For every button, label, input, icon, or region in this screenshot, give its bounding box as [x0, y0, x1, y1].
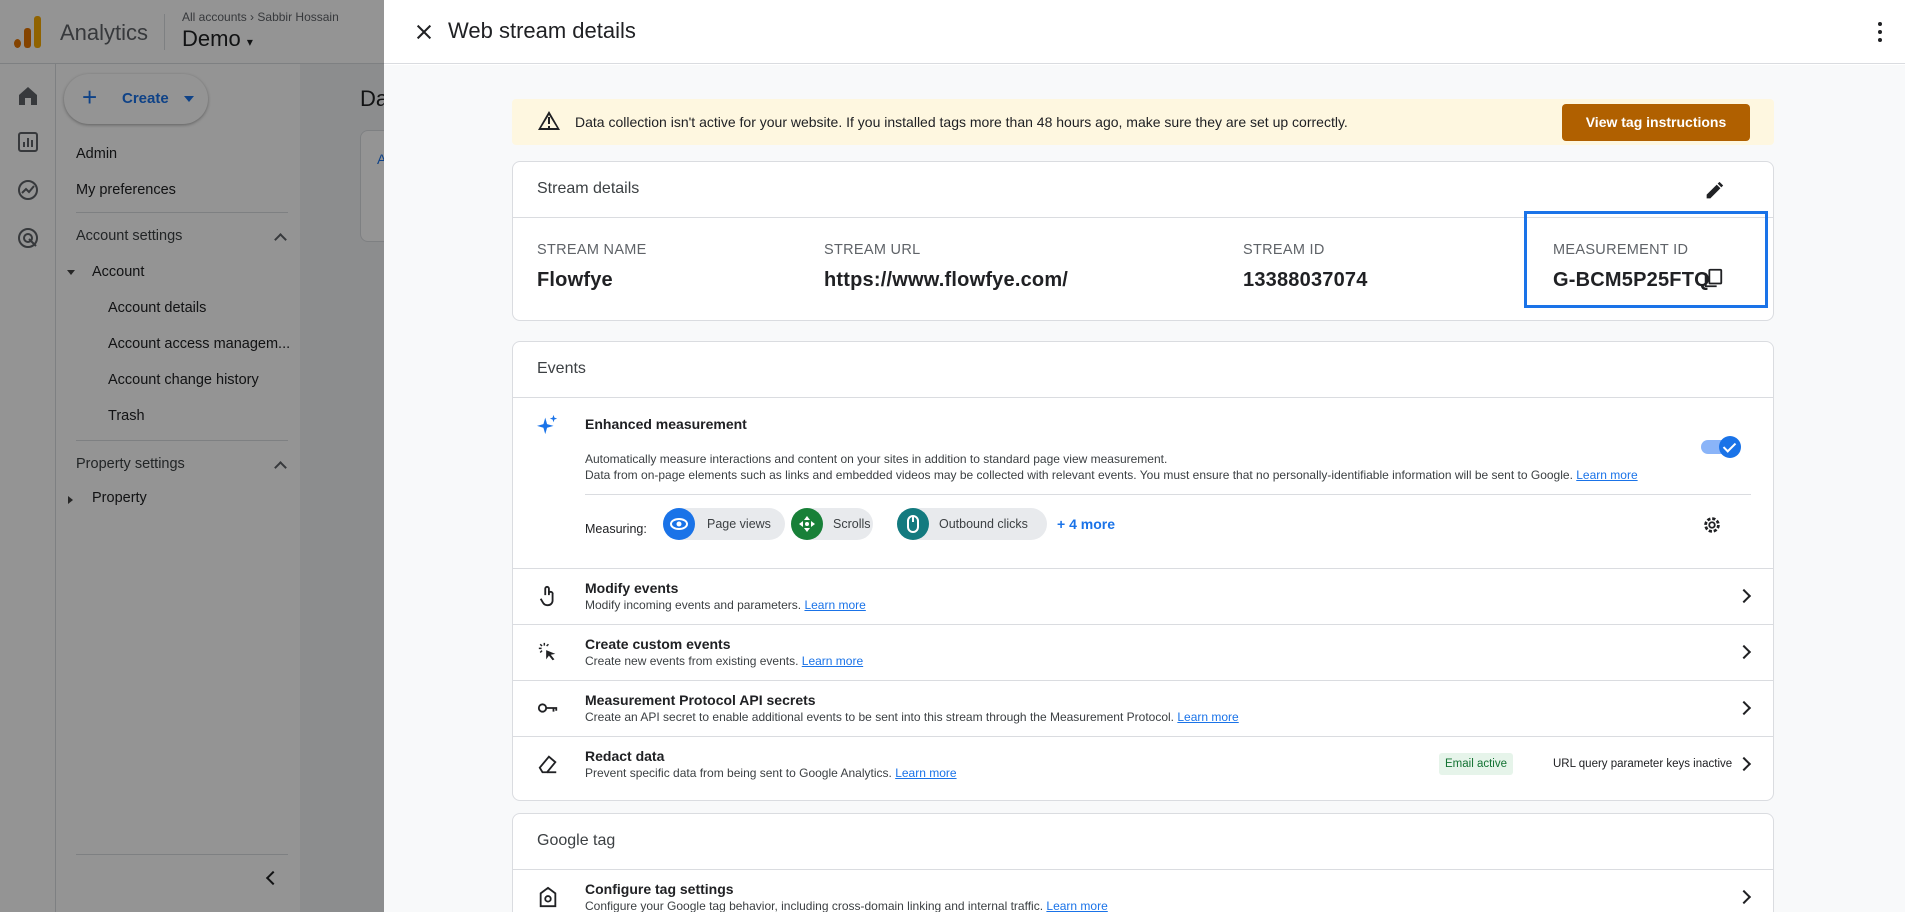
desc-text: Create an API secret to enable additiona… [585, 710, 1175, 724]
touch-icon [539, 585, 554, 607]
chevron-right-icon [1736, 644, 1752, 660]
stream-name-value: Flowfye [537, 269, 613, 291]
configure-tag-settings-row[interactable]: Configure tag settings Configure your Go… [513, 870, 1773, 912]
chevron-right-icon [1736, 889, 1752, 905]
chip-label: Outbound clicks [939, 517, 1028, 531]
modify-events-row[interactable]: Modify events Modify incoming events and… [513, 568, 1773, 624]
email-active-badge: Email active [1439, 753, 1513, 775]
view-tag-instructions-button[interactable]: View tag instructions [1562, 104, 1750, 141]
more-measurements-link[interactable]: + 4 more [1057, 516, 1115, 532]
redact-data-row[interactable]: Redact data Prevent specific data from b… [513, 736, 1773, 800]
enhanced-measurement-toggle[interactable] [1701, 436, 1741, 458]
stream-id-label: STREAM ID [1243, 242, 1325, 258]
redact-data-title: Redact data [585, 748, 665, 764]
learn-more-link[interactable]: Learn more [895, 766, 956, 780]
configure-tag-settings-title: Configure tag settings [585, 881, 734, 897]
scroll-icon [791, 508, 823, 540]
drawer-body: Data collection isn't active for your we… [384, 65, 1905, 912]
stream-id-value: 13388037074 [1243, 269, 1368, 291]
create-custom-events-desc: Create new events from existing events. … [585, 654, 863, 668]
more-vert-icon[interactable] [1876, 20, 1884, 44]
edit-pencil-icon[interactable] [1703, 180, 1725, 202]
drawer-title: Web stream details [448, 18, 636, 43]
tag-icon [539, 886, 557, 908]
measurement-id-highlight [1524, 211, 1768, 308]
learn-more-link[interactable]: Learn more [1046, 899, 1107, 912]
google-tag-title: Google tag [537, 832, 616, 849]
measurement-protocol-title: Measurement Protocol API secrets [585, 692, 816, 708]
enhanced-measurement-title: Enhanced measurement [585, 416, 747, 432]
chevron-right-icon [1736, 756, 1752, 772]
modify-events-desc: Modify incoming events and parameters. L… [585, 598, 866, 612]
events-title: Events [537, 360, 586, 377]
google-tag-header: Google tag [513, 814, 1773, 870]
events-header: Events [513, 342, 1773, 398]
eraser-icon [538, 755, 557, 774]
url-query-inactive-badge: URL query parameter keys inactive [1553, 758, 1733, 770]
cursor-click-icon [538, 642, 556, 661]
mouse-icon [897, 508, 929, 540]
desc-text: Configure your Google tag behavior, incl… [585, 899, 1044, 912]
learn-more-link[interactable]: Learn more [804, 598, 865, 612]
web-stream-details-drawer: Web stream details Data collection isn't… [384, 0, 1905, 912]
eye-icon [663, 508, 695, 540]
google-tag-card: Google tag Configure tag settings Config… [512, 813, 1774, 912]
create-custom-events-title: Create custom events [585, 636, 731, 652]
key-icon [537, 703, 558, 713]
create-custom-events-row[interactable]: Create custom events Create new events f… [513, 624, 1773, 680]
warning-mark [548, 117, 550, 124]
desc-text: Create new events from existing events. [585, 654, 799, 668]
events-card: Events Enhanced measurement Automaticall… [512, 341, 1774, 801]
learn-more-link[interactable]: Learn more [802, 654, 863, 668]
sparkle-icon [537, 414, 558, 435]
learn-more-link[interactable]: Learn more [1177, 710, 1238, 724]
measuring-label: Measuring: [585, 522, 647, 536]
modify-events-title: Modify events [585, 580, 679, 596]
divider [585, 494, 1751, 495]
stream-name-label: STREAM NAME [537, 242, 647, 258]
chevron-right-icon [1736, 588, 1752, 604]
gear-icon[interactable] [1701, 514, 1723, 536]
enhanced-measurement-desc2: Data from on-page elements such as links… [585, 468, 1638, 482]
chip-outbound-clicks: Outbound clicks [897, 508, 1047, 540]
drawer-header: Web stream details [384, 0, 1905, 64]
chip-scrolls: Scrolls [791, 508, 873, 540]
desc-text: Modify incoming events and parameters. [585, 598, 802, 612]
data-collection-alert: Data collection isn't active for your we… [512, 99, 1774, 145]
redact-data-desc: Prevent specific data from being sent to… [585, 766, 957, 780]
chip-label: Scrolls [833, 517, 871, 531]
chevron-right-icon [1736, 700, 1752, 716]
chip-page-views: Page views [663, 508, 785, 540]
check-icon [1719, 436, 1741, 458]
measurement-protocol-row[interactable]: Measurement Protocol API secrets Create … [513, 680, 1773, 736]
chip-label: Page views [707, 517, 771, 531]
stream-details-title: Stream details [537, 180, 640, 197]
measurement-protocol-desc: Create an API secret to enable additiona… [585, 710, 1239, 724]
alert-text: Data collection isn't active for your we… [575, 114, 1348, 130]
close-icon[interactable] [412, 20, 436, 44]
enhanced-desc2-text: Data from on-page elements such as links… [585, 468, 1573, 482]
stream-url-value: https://www.flowfye.com/ [824, 269, 1069, 291]
enhanced-measurement-desc1: Automatically measure interactions and c… [585, 452, 1168, 466]
desc-text: Prevent specific data from being sent to… [585, 766, 892, 780]
learn-more-link[interactable]: Learn more [1576, 468, 1637, 482]
stream-details-header: Stream details [513, 162, 1773, 218]
stream-url-label: STREAM URL [824, 242, 921, 258]
warning-dot [548, 126, 550, 128]
configure-tag-settings-desc: Configure your Google tag behavior, incl… [585, 899, 1108, 912]
